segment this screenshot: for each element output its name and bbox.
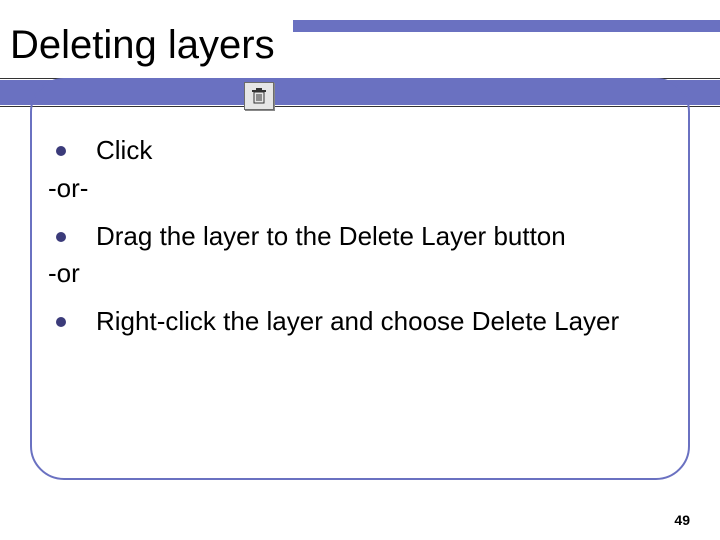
slide: Deleting layers Click -or- Drag the laye… [0,0,720,540]
list-item: Right-click the layer and choose Delete … [48,305,672,339]
list-item-text: Click [96,134,672,168]
bullet-icon [56,146,66,156]
list-item-text: Right-click the layer and choose Delete … [96,305,672,339]
list-item: Drag the layer to the Delete Layer butto… [48,220,672,254]
delete-layer-button[interactable] [244,82,274,110]
or-separator: -or- [48,172,672,206]
slide-title-text: Deleting layers [10,23,275,67]
list-item: Click [48,134,672,168]
trash-icon [252,88,266,104]
bullet-icon [56,232,66,242]
or-separator: -or [48,257,672,291]
content-list: Click -or- Drag the layer to the Delete … [48,130,672,343]
bullet-icon [56,317,66,327]
list-item-text: Drag the layer to the Delete Layer butto… [96,220,672,254]
page-number: 49 [674,512,690,528]
slide-title: Deleting layers [0,20,293,72]
